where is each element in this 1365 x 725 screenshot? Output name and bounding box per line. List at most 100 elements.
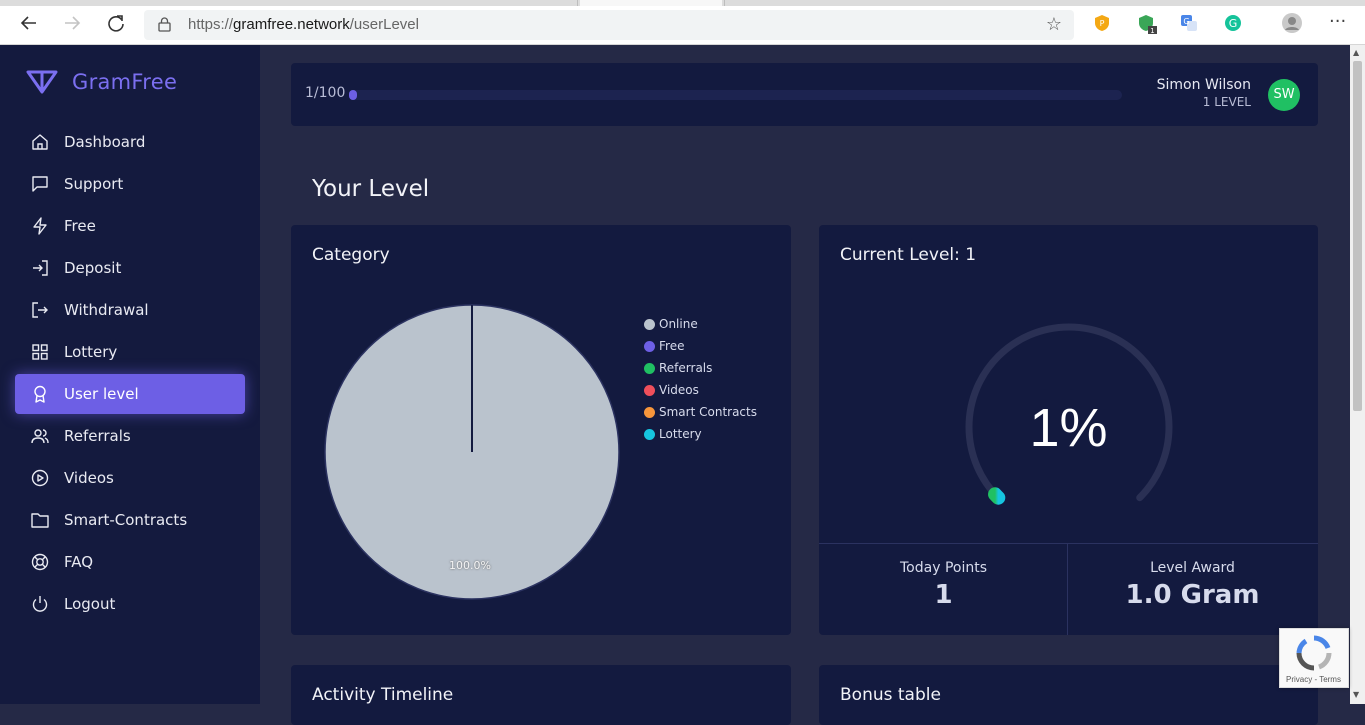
bonus-table-title: Bonus table — [840, 685, 941, 705]
sidebar-item-withdrawal[interactable]: Withdrawal — [15, 290, 245, 330]
sidebar: GramFree Dashboard Support Free Deposit … — [0, 45, 260, 704]
recaptcha-badge[interactable]: Privacy - Terms — [1279, 628, 1349, 688]
sidebar-item-support[interactable]: Support — [15, 164, 245, 204]
page-title: Your Level — [312, 176, 430, 202]
folder-icon — [31, 513, 49, 528]
forward-arrow-icon[interactable] — [61, 13, 83, 35]
sidebar-item-label: Free — [64, 217, 96, 235]
reload-icon[interactable] — [105, 13, 127, 35]
legend-item-videos[interactable]: Videos — [644, 379, 757, 401]
legend-label: Free — [659, 339, 685, 353]
recaptcha-privacy-terms[interactable]: Privacy - Terms — [1286, 675, 1341, 684]
progress-fill — [349, 90, 357, 100]
top-bar: 1/100 Simon Wilson 1 LEVEL SW — [291, 63, 1318, 126]
legend-label: Videos — [659, 383, 699, 397]
sidebar-item-faq[interactable]: FAQ — [15, 542, 245, 582]
browser-toolbar: https://gramfree.network/userLevel ☆ P 1… — [0, 0, 1365, 45]
legend-dot — [644, 384, 655, 396]
avatar[interactable]: SW — [1268, 79, 1300, 111]
user-name[interactable]: Simon Wilson — [1157, 77, 1251, 93]
activity-timeline-title: Activity Timeline — [312, 685, 454, 705]
legend-item-online[interactable]: Online — [644, 313, 757, 335]
svg-text:P: P — [1100, 19, 1105, 28]
sidebar-menu: Dashboard Support Free Deposit Withdrawa… — [15, 122, 245, 626]
current-level-title: Current Level: 1 — [840, 245, 977, 265]
current-level-card: Current Level: 1 1% Today Points 1 Level… — [819, 225, 1318, 635]
legend-item-referrals[interactable]: Referrals — [644, 357, 757, 379]
grammarly-extension-icon[interactable]: G — [1224, 14, 1242, 32]
sidebar-item-referrals[interactable]: Referrals — [15, 416, 245, 456]
legend-label: Referrals — [659, 361, 713, 375]
category-card: Category 100.0% Online Free Referrals Vi… — [291, 225, 791, 635]
progress-label: 1/100 — [305, 85, 346, 101]
back-arrow-icon[interactable] — [18, 13, 40, 35]
legend-dot — [644, 340, 655, 352]
pie-slice-label: 100.0% — [449, 559, 491, 572]
checkmark-extension-icon[interactable]: 1 — [1137, 14, 1157, 35]
browser-tab[interactable] — [724, 0, 1365, 6]
sidebar-item-logout[interactable]: Logout — [15, 584, 245, 624]
stats-divider — [819, 543, 1318, 544]
brand-logo[interactable]: GramFree — [26, 69, 177, 95]
level-award-label: Level Award — [1150, 560, 1235, 576]
today-points-value: 1 — [934, 580, 953, 610]
legend-dot — [644, 362, 655, 374]
category-pie-chart[interactable] — [323, 303, 621, 601]
chart-legend: Online Free Referrals Videos Smart Contr… — [644, 313, 757, 445]
sidebar-item-label: Videos — [64, 469, 114, 487]
sidebar-item-free[interactable]: Free — [15, 206, 245, 246]
more-menu-icon[interactable]: ··· — [1329, 13, 1347, 32]
category-card-title: Category — [312, 245, 390, 265]
scroll-up-arrow-icon[interactable]: ▲ — [1353, 48, 1359, 57]
brand-name: GramFree — [72, 70, 178, 94]
sidebar-item-label: Support — [64, 175, 124, 193]
favorite-star-icon[interactable]: ☆ — [1046, 14, 1062, 35]
main-content: 1/100 Simon Wilson 1 LEVEL SW Your Level… — [260, 45, 1350, 725]
scrollbar-thumb[interactable] — [1353, 61, 1362, 411]
users-icon — [31, 429, 49, 444]
address-bar[interactable]: https://gramfree.network/userLevel ☆ — [144, 10, 1074, 40]
legend-label: Lottery — [659, 427, 702, 441]
activity-timeline-card: Activity Timeline — [291, 665, 791, 725]
legend-item-smart-contracts[interactable]: Smart Contracts — [644, 401, 757, 423]
legend-item-free[interactable]: Free — [644, 335, 757, 357]
logout-arrow-icon — [32, 302, 48, 318]
translate-extension-icon[interactable]: G — [1180, 14, 1198, 32]
chat-icon — [32, 176, 48, 192]
legend-dot — [644, 406, 655, 418]
today-points-label: Today Points — [900, 560, 987, 576]
sidebar-item-label: Withdrawal — [64, 301, 149, 319]
scroll-down-arrow-icon[interactable]: ▼ — [1353, 690, 1359, 699]
browser-tab[interactable] — [0, 0, 578, 6]
sidebar-item-label: Referrals — [64, 427, 131, 445]
power-icon — [32, 596, 48, 612]
award-icon — [34, 385, 46, 403]
gauge-value: 1% — [1029, 398, 1108, 458]
svg-text:G: G — [1229, 17, 1238, 30]
grid-icon — [32, 344, 48, 360]
sidebar-item-label: User level — [64, 385, 139, 403]
sidebar-item-lottery[interactable]: Lottery — [15, 332, 245, 372]
profile-avatar-icon[interactable] — [1281, 12, 1303, 34]
legend-item-lottery[interactable]: Lottery — [644, 423, 757, 445]
sidebar-item-label: Smart-Contracts — [64, 511, 188, 529]
sidebar-item-dashboard[interactable]: Dashboard — [15, 122, 245, 162]
home-icon — [32, 134, 48, 150]
legend-label: Online — [659, 317, 698, 331]
legend-dot — [644, 428, 655, 440]
gauge-fill — [988, 487, 1006, 505]
sidebar-item-deposit[interactable]: Deposit — [15, 248, 245, 288]
sidebar-item-smart-contracts[interactable]: Smart-Contracts — [15, 500, 245, 540]
svg-text:1: 1 — [1150, 27, 1154, 34]
shield-extension-icon[interactable]: P — [1093, 14, 1111, 32]
progress-track — [349, 90, 1122, 100]
gramfree-logo-icon — [26, 70, 58, 94]
recaptcha-logo-icon — [1296, 635, 1332, 671]
page-scrollbar[interactable]: ▲ ▼ — [1350, 45, 1365, 704]
legend-dot — [644, 318, 655, 330]
sidebar-item-label: FAQ — [64, 553, 94, 571]
sidebar-item-label: Deposit — [64, 259, 122, 277]
sidebar-item-user-level[interactable]: User level — [15, 374, 245, 414]
browser-tab-active[interactable] — [580, 0, 722, 6]
sidebar-item-videos[interactable]: Videos — [15, 458, 245, 498]
